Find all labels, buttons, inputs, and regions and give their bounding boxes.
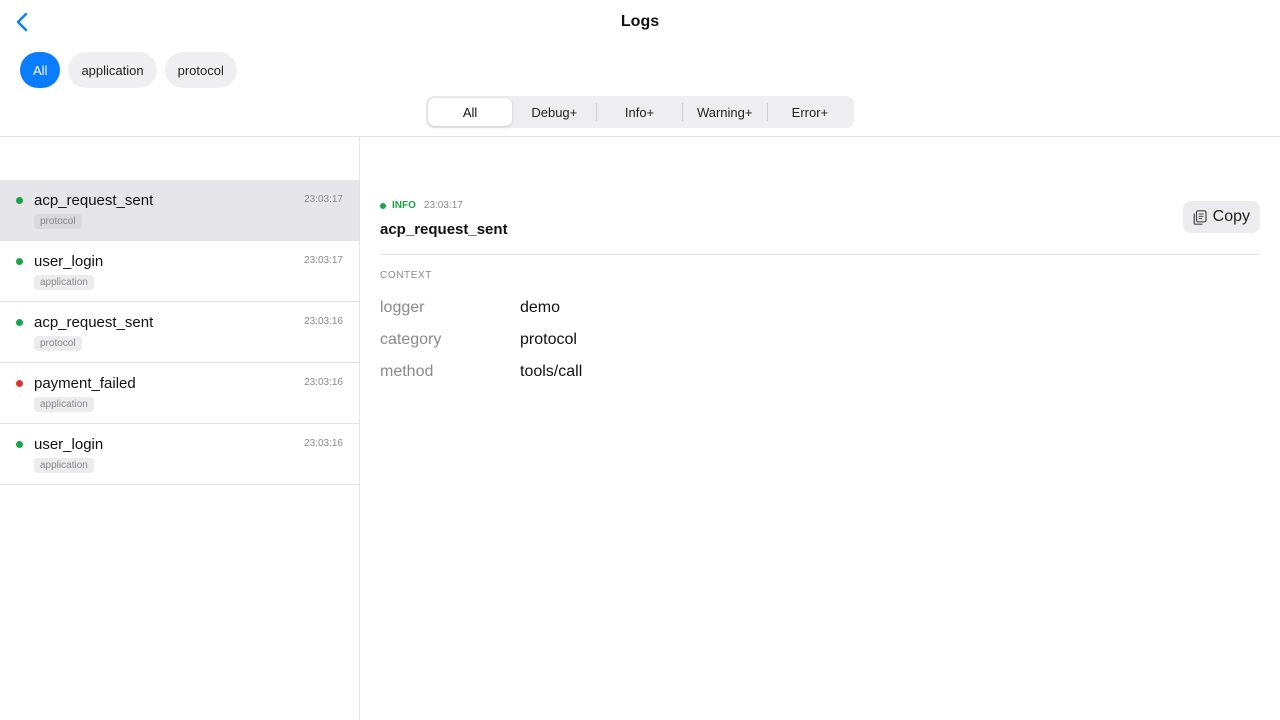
log-tag: application [34, 458, 94, 473]
status-dot [16, 380, 23, 387]
level-badge: INFO 23:03:17 [380, 200, 463, 211]
status-dot [380, 202, 386, 209]
detail-time: 23:03:17 [423, 200, 463, 211]
category-filter: All application protocol [20, 52, 237, 88]
log-name: user_login [34, 436, 104, 453]
header: Logs [0, 0, 1280, 44]
log-list: acp_request_sent 23:03:17 protocol user_… [0, 180, 359, 485]
status-dot [16, 441, 23, 448]
log-time: 23:03:16 [304, 316, 343, 327]
copy-label: Copy [1212, 208, 1250, 225]
level-debug[interactable]: Debug+ [512, 98, 596, 126]
log-time: 23:03:17 [304, 194, 343, 205]
log-time: 23:03:17 [304, 255, 343, 266]
level-info[interactable]: Info+ [597, 98, 681, 126]
level-filter: All Debug+ Info+ Warning+ Error+ [426, 96, 854, 128]
context-heading: CONTEXT [380, 270, 432, 281]
log-time: 23:03:16 [304, 438, 343, 449]
log-row[interactable]: payment_failed 23:03:16 application [0, 363, 359, 424]
level-warning[interactable]: Warning+ [683, 98, 767, 126]
context-key: method [380, 363, 434, 380]
context-value: tools/call [520, 363, 583, 380]
context-row: method tools/call [380, 363, 980, 383]
log-name: user_login [34, 253, 104, 270]
chip-all[interactable]: All [20, 52, 61, 88]
log-tag: application [34, 275, 94, 290]
log-row[interactable]: user_login 23:03:17 application [0, 241, 359, 302]
chip-application[interactable]: application [68, 52, 157, 88]
context-value: protocol [520, 331, 577, 348]
log-row[interactable]: acp_request_sent 23:03:16 protocol [0, 302, 359, 363]
log-list-panel: acp_request_sent 23:03:17 protocol user_… [0, 137, 360, 720]
divider [380, 254, 1260, 255]
copy-icon [1193, 209, 1207, 225]
status-dot [16, 197, 23, 204]
status-dot [16, 258, 23, 265]
page-title: Logs [620, 13, 660, 30]
detail-title: acp_request_sent [380, 221, 508, 238]
copy-button[interactable]: Copy [1182, 201, 1260, 233]
level-error[interactable]: Error+ [768, 98, 852, 126]
log-name: payment_failed [34, 375, 136, 392]
log-tag: protocol [34, 214, 82, 229]
log-row[interactable]: user_login 23:03:16 application [0, 424, 359, 485]
log-row[interactable]: acp_request_sent 23:03:17 protocol [0, 180, 359, 241]
context-key: logger [380, 299, 425, 316]
log-time: 23:03:16 [304, 377, 343, 388]
context-value: demo [520, 299, 561, 316]
level-label: INFO [392, 200, 416, 211]
log-name: acp_request_sent [34, 314, 154, 331]
status-dot [16, 319, 23, 326]
log-tag: application [34, 397, 94, 412]
log-tag: protocol [34, 336, 82, 351]
log-name: acp_request_sent [34, 192, 154, 209]
chip-protocol[interactable]: protocol [164, 52, 237, 88]
context-row: logger demo [380, 299, 980, 319]
level-all[interactable]: All [428, 98, 513, 126]
context-key: category [380, 331, 442, 348]
context-row: category protocol [380, 331, 980, 351]
